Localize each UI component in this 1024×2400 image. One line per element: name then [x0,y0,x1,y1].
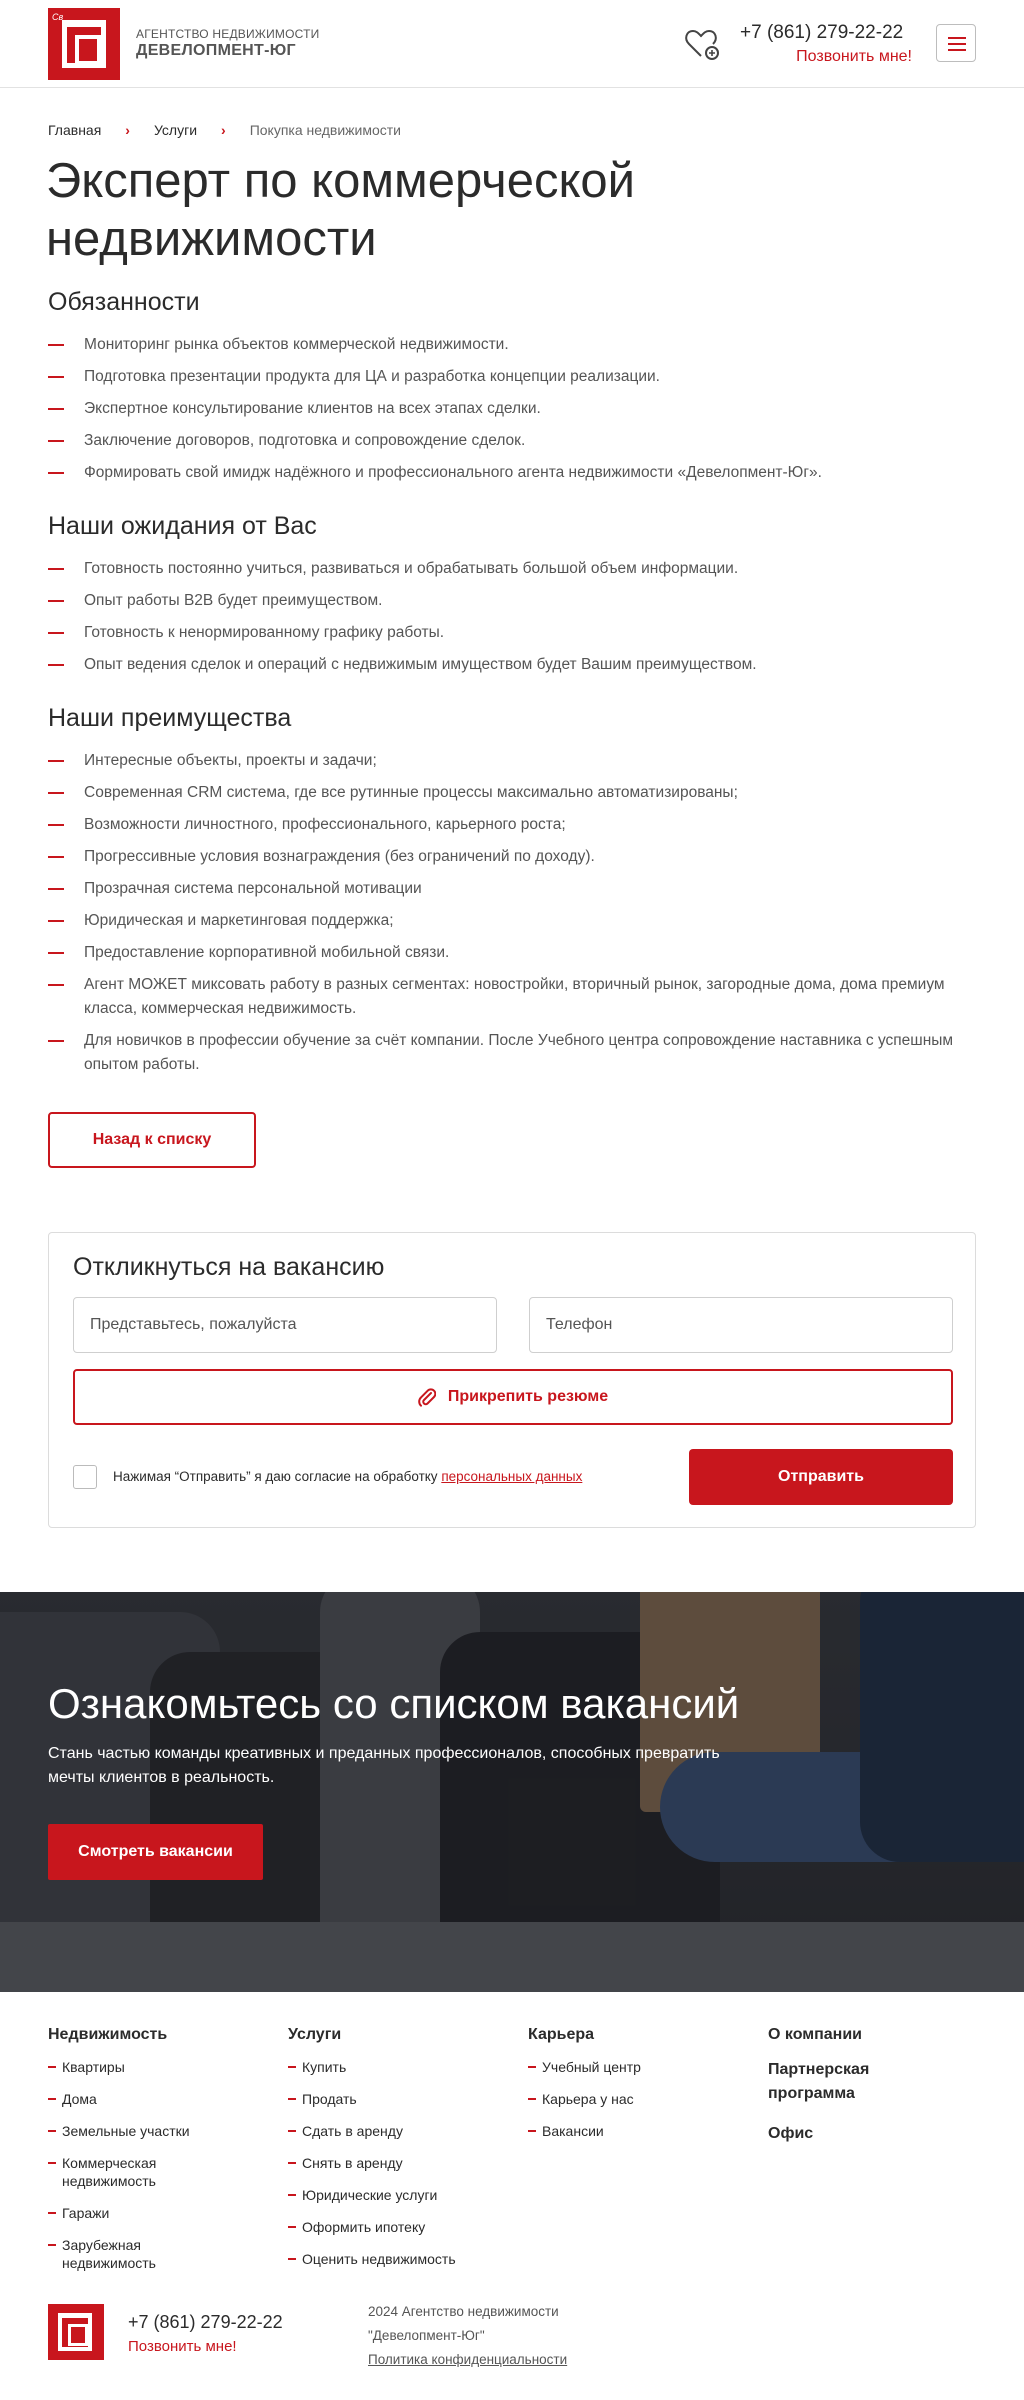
menu-button[interactable] [936,24,976,62]
footer-column-realty: Недвижимость Квартиры Дома Земельные уча… [48,2026,248,2286]
consent-label: Нажимая “Отправить” я даю согласие на об… [113,1469,442,1484]
footer-link[interactable]: Вакансии [528,2122,698,2140]
footer-link[interactable]: Юридические услуги [288,2186,458,2204]
breadcrumb-current: Покупка недвижимости [249,122,401,138]
breadcrumb-home[interactable]: Главная [48,122,101,138]
list-item: Интересные объекты, проекты и задачи; [48,749,978,773]
list-item: Мониторинг рынка объектов коммерческой н… [48,333,978,357]
list-item: Заключение договоров, подготовка и сопро… [48,429,978,453]
privacy-policy-link[interactable]: Политика конфиденциальности [368,2352,567,2367]
vacancy-response-form: Откликнуться на вакансию Прикрепить резю… [48,1232,976,1528]
expectations-section: Наши ожидания от Вас Готовность постоянн… [48,512,978,685]
footer-column-title: Услуги [288,2026,342,2043]
copyright-line: 2024 Агентство недвижимости [368,2304,559,2319]
list-item: Предоставление корпоративной мобильной с… [48,941,978,965]
list-item: Юридическая и маркетинговая поддержка; [48,909,978,933]
list-item: Современная CRM система, где все рутинны… [48,781,978,805]
list-item: Опыт ведения сделок и операций с недвижи… [48,653,978,677]
list-item: Формировать свой имидж надёжного и профе… [48,461,978,485]
footer-link[interactable]: Оформить ипотеку [288,2218,458,2236]
list-item: Возможности личностного, профессионально… [48,813,978,837]
footer-column-services: Услуги Купить Продать Сдать в аренду Сня… [288,2026,488,2282]
footer-link[interactable]: Учебный центр [528,2058,698,2076]
copyright-line: "Девелопмент-Юг" [368,2328,485,2343]
footer-column-career: Карьера Учебный центр Карьера у нас Вака… [528,2026,728,2154]
hamburger-icon-line [948,43,966,45]
header-phone-link[interactable]: +7 (861) 279-22-22 [740,22,903,44]
back-to-list-button[interactable]: Назад к списку [48,1112,256,1168]
list-item: Готовность к ненормированному графику ра… [48,621,978,645]
list-item: Готовность постоянно учиться, развиватьс… [48,557,978,581]
footer-column-title[interactable]: О компании [768,2026,968,2044]
banner-title: Ознакомьтесь со списком вакансий [48,1680,740,1727]
list-item: Для новичков в профессии обучение за счё… [48,1029,978,1077]
list-item: Агент МОЖЕТ миксовать работу в разных се… [48,973,978,1021]
consent-checkbox[interactable] [73,1465,97,1489]
brand-title: ДЕВЕЛОПМЕНТ-ЮГ [136,42,296,59]
site-header: Св АГЕНТСТВО НЕДВИЖИМОСТИ ДЕВЕЛОПМЕНТ-ЮГ… [0,0,1024,88]
footer-phone-link[interactable]: +7 (861) 279-22-22 [128,2312,283,2333]
footer-link[interactable]: Продать [288,2090,458,2108]
page-title: Эксперт по коммерческой недвижимости [46,154,636,266]
footer-link[interactable]: Коммерческая недвижимость [48,2154,168,2190]
site-logo[interactable]: Св [48,8,120,80]
submit-button[interactable]: Отправить [689,1449,953,1505]
benefits-section: Наши преимущества Интересные объекты, пр… [48,704,978,1085]
footer-logo[interactable] [48,2304,104,2360]
brand-tagline: АГЕНТСТВО НЕДВИЖИМОСТИ [136,27,320,41]
hamburger-icon-line [948,49,966,51]
hamburger-icon [948,37,966,39]
list-item: Прозрачная система персональной мотиваци… [48,877,978,901]
footer-link[interactable]: Оценить недвижимость [288,2250,458,2268]
footer-link[interactable]: Земельные участки [48,2122,218,2140]
name-field[interactable] [73,1297,497,1353]
footer-link[interactable]: Снять в аренду [288,2154,458,2172]
section-title: Обязанности [48,288,200,316]
breadcrumb: Главная › Услуги › Покупка недвижимости [48,122,401,138]
footer-link[interactable]: Зарубежная недвижимость [48,2236,168,2272]
attach-resume-button[interactable]: Прикрепить резюме [73,1369,953,1425]
banner-overlay [0,1592,1024,1992]
duties-section: Обязанности Мониторинг рынка объектов ко… [48,288,978,493]
section-title: Наши ожидания от Вас [48,512,317,540]
footer-link-office[interactable]: Офис [768,2122,918,2146]
consent-text: Нажимая “Отправить” я даю согласие на об… [113,1469,582,1484]
logo-mark [58,2313,92,2351]
footer-link[interactable]: Сдать в аренду [288,2122,458,2140]
phone-field[interactable] [529,1297,953,1353]
personal-data-link[interactable]: персональных данных [441,1469,582,1484]
logo-mark [62,20,106,68]
list-item: Подготовка презентации продукта для ЦА и… [48,365,978,389]
section-title: Наши преимущества [48,704,292,732]
list-item: Опыт работы B2B будет преимуществом. [48,589,978,613]
breadcrumb-services[interactable]: Услуги [154,122,197,138]
form-title: Откликнуться на вакансию [73,1253,385,1281]
footer-link[interactable]: Гаражи [48,2204,218,2222]
favorites-button[interactable] [684,26,722,62]
footer-link[interactable]: Купить [288,2058,458,2076]
brand-name: АГЕНТСТВО НЕДВИЖИМОСТИ ДЕВЕЛОПМЕНТ-ЮГ [136,27,319,60]
view-vacancies-button[interactable]: Смотреть вакансии [48,1824,263,1880]
banner-subtitle: Стань частью команды креативных и предан… [48,1745,720,1786]
chevron-right-icon: › [221,122,226,138]
footer-link[interactable]: Карьера у нас [528,2090,698,2108]
list-item: Прогрессивные условия вознаграждения (бе… [48,845,978,869]
list-item: Экспертное консультирование клиентов на … [48,397,978,421]
footer-column-company: О компании Партнерская программа Офис [768,2026,968,2162]
footer-column-title: Карьера [528,2026,595,2043]
paperclip-icon [418,1388,436,1407]
footer-link[interactable]: Квартиры [48,2058,218,2076]
footer-link[interactable]: Дома [48,2090,218,2108]
footer-column-title: Недвижимость [48,2026,168,2043]
footer-callback-link[interactable]: Позвонить мне! [128,2338,237,2355]
heart-icon [685,29,719,60]
footer-link-partner-program[interactable]: Партнерская программа [768,2058,918,2106]
attach-resume-label: Прикрепить резюме [447,1388,609,1405]
vacancies-banner: Ознакомьтесь со списком вакансий Стань ч… [0,1592,1024,1992]
header-callback-link[interactable]: Позвонить мне! [796,48,912,66]
chevron-right-icon: › [125,122,130,138]
footer-copyright: 2024 Агентство недвижимости "Девелопмент… [368,2300,628,2372]
